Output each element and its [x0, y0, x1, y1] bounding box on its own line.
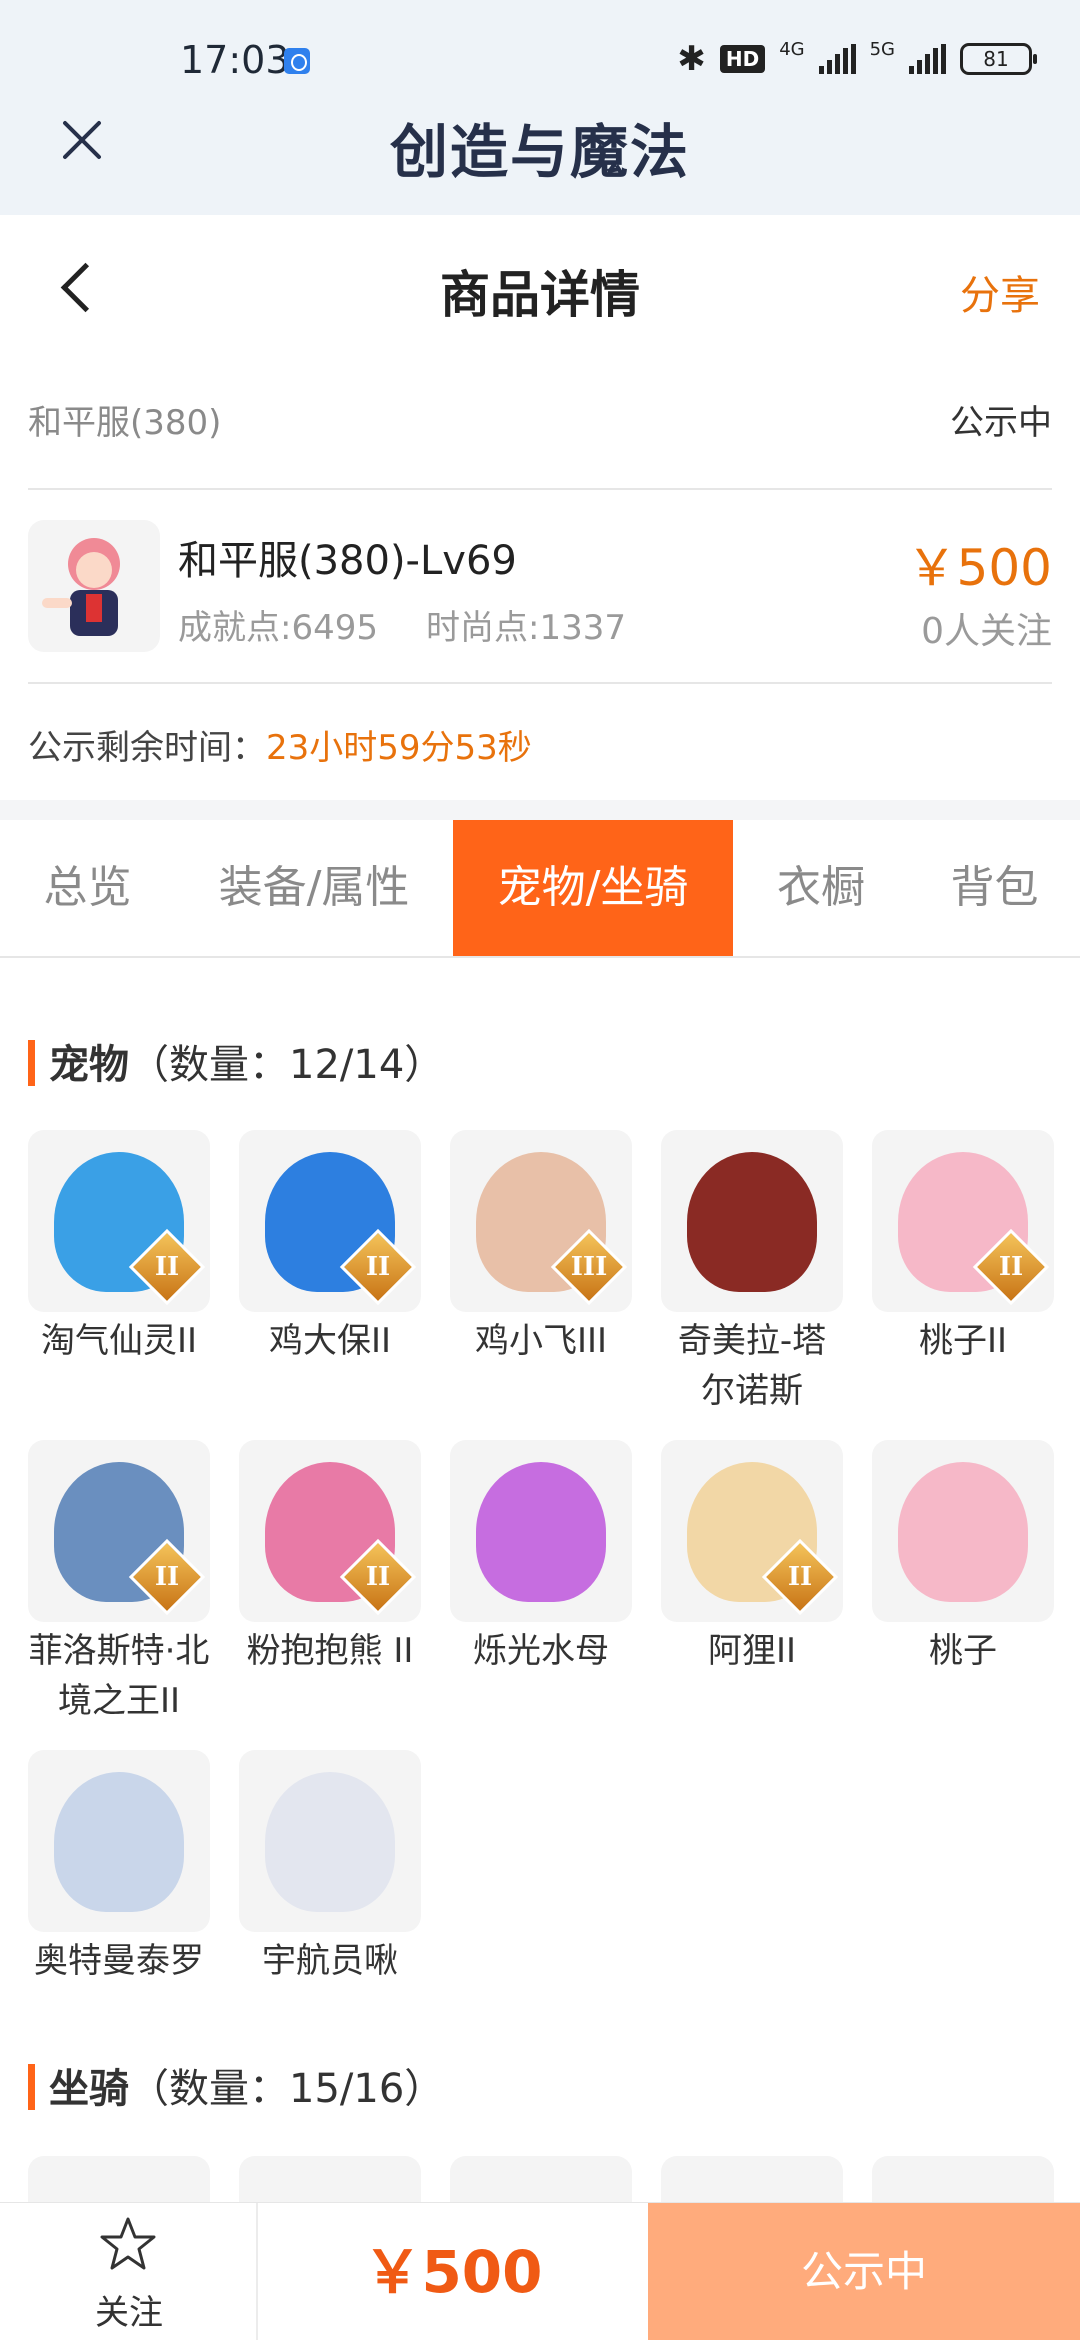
pet-item[interactable]: 烁光水母	[450, 1440, 632, 1676]
follow-button[interactable]: 关注	[0, 2203, 258, 2340]
pet-image	[239, 1750, 421, 1932]
pets-section-title: 宠物（数量：12/14）	[28, 1032, 444, 1090]
pet-item[interactable]: 奥特曼泰罗	[28, 1750, 210, 1986]
section-marker	[28, 1040, 35, 1086]
remaining-value: 23小时59分53秒	[266, 728, 532, 768]
pet-item[interactable]: 宇航员啾	[239, 1750, 421, 1986]
pets-count: （数量：12/14）	[129, 1042, 445, 1088]
fashion-points: 时尚点:1337	[426, 608, 626, 648]
follower-count: 0人关注	[921, 611, 1052, 652]
server-status: 公示中	[950, 403, 1052, 443]
tab-overview[interactable]: 总览	[0, 820, 175, 956]
tab-backpack[interactable]: 背包	[909, 820, 1080, 956]
divider	[28, 488, 1052, 490]
rank-badge-label: II	[365, 1562, 391, 1592]
pet-name: 桃子	[929, 1631, 997, 1671]
pet-name: 宇航员啾	[262, 1941, 398, 1981]
mounts-section-title: 坐骑（数量：15/16）	[28, 2056, 444, 2114]
status-icons: ✱ HD 4G 5G 81	[677, 38, 1037, 79]
pet-name: 桃子II	[918, 1321, 1008, 1361]
battery-icon: 81	[960, 43, 1037, 75]
network-label-4g: 4G	[779, 38, 805, 60]
rank-badge-label: II	[154, 1562, 180, 1592]
pet-name: 奇美拉-塔尔诺斯	[677, 1321, 827, 1411]
signal-icon	[818, 44, 856, 74]
status-time: 17:03	[180, 38, 290, 82]
hd-badge: HD	[719, 45, 766, 73]
pet-item[interactable]: II 淘气仙灵II	[28, 1130, 210, 1366]
character-name: 和平服(380)-Lv69	[178, 538, 517, 584]
signal-icon	[909, 44, 946, 74]
tab-bar: 总览 装备/属性 宠物/坐骑 衣橱 背包	[0, 820, 1080, 958]
pet-item[interactable]: 奇美拉-塔尔诺斯	[661, 1130, 843, 1416]
pet-image: II	[28, 1440, 210, 1622]
pet-name: 阿狸II	[707, 1631, 797, 1671]
pets-title: 宠物	[49, 1042, 129, 1088]
rank-badge-label: II	[365, 1252, 391, 1282]
alarm-icon	[284, 48, 310, 74]
pet-name: 菲洛斯特·北境之王II	[28, 1631, 210, 1721]
pet-image: II	[239, 1130, 421, 1312]
pet-item[interactable]: II 桃子II	[872, 1130, 1054, 1366]
pet-item[interactable]: III 鸡小飞III	[450, 1130, 632, 1366]
app-title: 创造与魔法	[389, 118, 690, 186]
tab-wardrobe[interactable]: 衣橱	[733, 820, 909, 956]
pet-figure	[476, 1462, 606, 1602]
mounts-title: 坐骑	[49, 2066, 129, 2112]
pet-figure	[265, 1772, 395, 1912]
section-gap	[0, 800, 1080, 820]
pet-image: II	[28, 1130, 210, 1312]
pet-name: 烁光水母	[473, 1631, 609, 1671]
pet-name: 淘气仙灵II	[40, 1321, 198, 1361]
follow-label: 关注	[95, 2293, 163, 2333]
price: ￥500	[906, 539, 1052, 597]
divider	[28, 682, 1052, 684]
pet-item[interactable]: II 菲洛斯特·北境之王II	[28, 1440, 210, 1726]
rank-badge-label: II	[154, 1252, 180, 1282]
rank-badge-label: II	[787, 1562, 813, 1592]
pet-image: II	[239, 1440, 421, 1622]
tab-equipment[interactable]: 装备/属性	[175, 820, 453, 956]
star-icon	[100, 2217, 156, 2270]
page-title: 商品详情	[440, 266, 640, 324]
page-header: 商品详情 分享	[0, 215, 1080, 360]
mounts-count: （数量：15/16）	[129, 2066, 445, 2112]
bluetooth-icon: ✱	[677, 39, 706, 79]
pet-image	[661, 1130, 843, 1312]
pet-image: II	[661, 1440, 843, 1622]
server-name: 和平服(380)	[28, 403, 222, 443]
pet-name: 奥特曼泰罗	[34, 1941, 204, 1981]
pet-item[interactable]: II 阿狸II	[661, 1440, 843, 1676]
character-avatar	[28, 520, 160, 652]
remaining-label: 公示剩余时间：	[28, 728, 266, 768]
section-marker	[28, 2064, 35, 2110]
pet-image	[872, 1440, 1054, 1622]
bottom-price: ￥500	[363, 2238, 543, 2306]
pet-image	[450, 1440, 632, 1622]
tab-pets-mounts[interactable]: 宠物/坐骑	[453, 820, 733, 956]
pet-name: 鸡大保II	[268, 1321, 392, 1361]
pet-item[interactable]: II 鸡大保II	[239, 1130, 421, 1366]
pet-image: III	[450, 1130, 632, 1312]
pet-item[interactable]: 桃子	[872, 1440, 1054, 1676]
share-button[interactable]: 分享	[960, 263, 1040, 321]
pet-image	[28, 1750, 210, 1932]
pet-name: 粉抱抱熊 II	[246, 1631, 414, 1671]
pet-figure	[54, 1772, 184, 1912]
pet-image: II	[872, 1130, 1054, 1312]
publicity-button[interactable]: 公示中	[648, 2203, 1080, 2340]
top-app-area: 17:03 ✱ HD 4G 5G 81 创造与魔法	[0, 0, 1080, 215]
server-row: 和平服(380) 公示中	[28, 395, 1052, 444]
network-label-5g: 5G	[869, 38, 895, 60]
pet-item[interactable]: II 粉抱抱熊 II	[239, 1440, 421, 1676]
bottom-action-bar: 关注 ￥500 公示中	[0, 2202, 1080, 2340]
pet-figure	[687, 1152, 817, 1292]
rank-badge-label: III	[570, 1252, 608, 1282]
pet-figure	[898, 1462, 1028, 1602]
pet-name: 鸡小飞III	[474, 1321, 608, 1361]
rank-badge-label: II	[998, 1252, 1024, 1282]
achievement-points: 成就点:6495	[178, 608, 378, 648]
remaining-time: 公示剩余时间：23小时59分53秒	[28, 720, 532, 769]
